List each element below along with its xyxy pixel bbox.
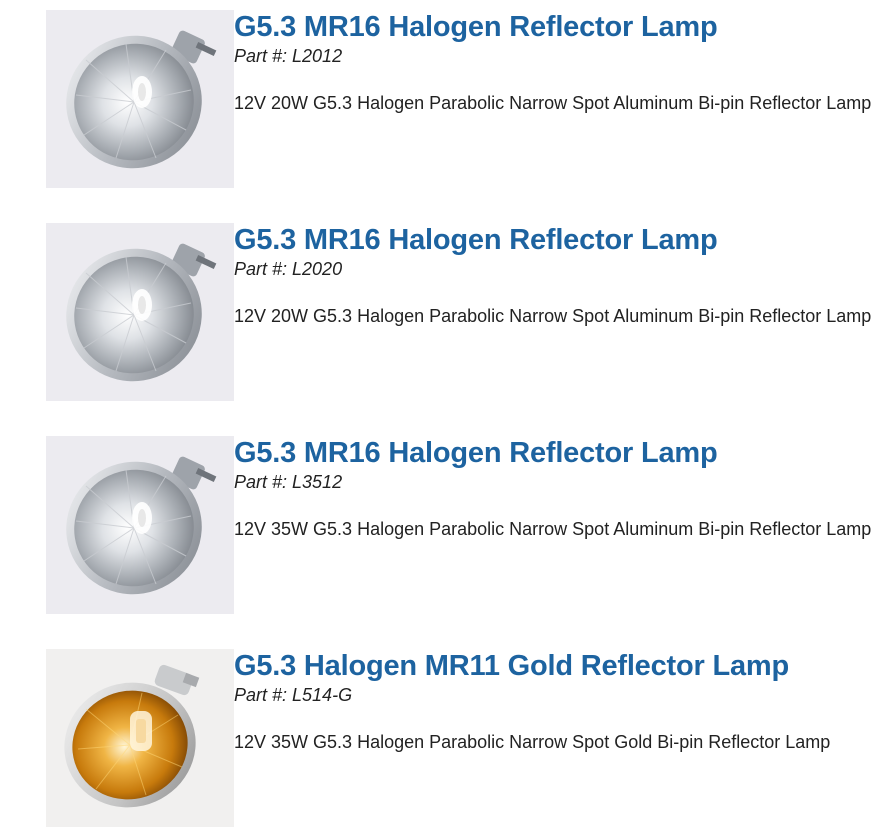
product-title-link[interactable]: G5.3 MR16 Halogen Reflector Lamp <box>234 10 889 44</box>
product-title-link[interactable]: G5.3 Halogen MR11 Gold Reflector Lamp <box>234 649 889 683</box>
product-description: 12V 20W G5.3 Halogen Parabolic Narrow Sp… <box>234 306 872 326</box>
product-title-link[interactable]: G5.3 MR16 Halogen Reflector Lamp <box>234 436 889 470</box>
product-title-link[interactable]: G5.3 MR16 Halogen Reflector Lamp <box>234 223 889 257</box>
part-number: Part #: L3512 <box>234 472 343 492</box>
product-description: 12V 20W G5.3 Halogen Parabolic Narrow Sp… <box>234 93 872 113</box>
product-description: 12V 35W G5.3 Halogen Parabolic Narrow Sp… <box>234 732 831 752</box>
product-item: G5.3 Halogen MR11 Gold Reflector Lamp Pa… <box>46 649 891 827</box>
mr16-silver-lamp-icon <box>66 456 217 595</box>
product-info: G5.3 Halogen MR11 Gold Reflector Lamp Pa… <box>234 649 889 757</box>
product-image[interactable] <box>46 10 234 188</box>
product-image[interactable] <box>46 436 234 614</box>
mr16-silver-lamp-icon <box>66 30 217 169</box>
product-info: G5.3 MR16 Halogen Reflector Lamp Part #:… <box>234 436 889 544</box>
product-image[interactable] <box>46 649 234 827</box>
mr11-gold-lamp-icon <box>64 664 200 808</box>
product-description: 12V 35W G5.3 Halogen Parabolic Narrow Sp… <box>234 519 872 539</box>
part-number: Part #: L2012 <box>234 46 343 66</box>
product-item: G5.3 MR16 Halogen Reflector Lamp Part #:… <box>46 223 891 401</box>
part-number: Part #: L2020 <box>234 259 343 279</box>
part-number: Part #: L514-G <box>234 685 353 705</box>
product-image[interactable] <box>46 223 234 401</box>
product-item: G5.3 MR16 Halogen Reflector Lamp Part #:… <box>46 10 891 188</box>
product-item: G5.3 MR16 Halogen Reflector Lamp Part #:… <box>46 436 891 614</box>
product-info: G5.3 MR16 Halogen Reflector Lamp Part #:… <box>234 10 889 118</box>
mr16-silver-lamp-icon <box>66 243 217 382</box>
product-info: G5.3 MR16 Halogen Reflector Lamp Part #:… <box>234 223 889 331</box>
